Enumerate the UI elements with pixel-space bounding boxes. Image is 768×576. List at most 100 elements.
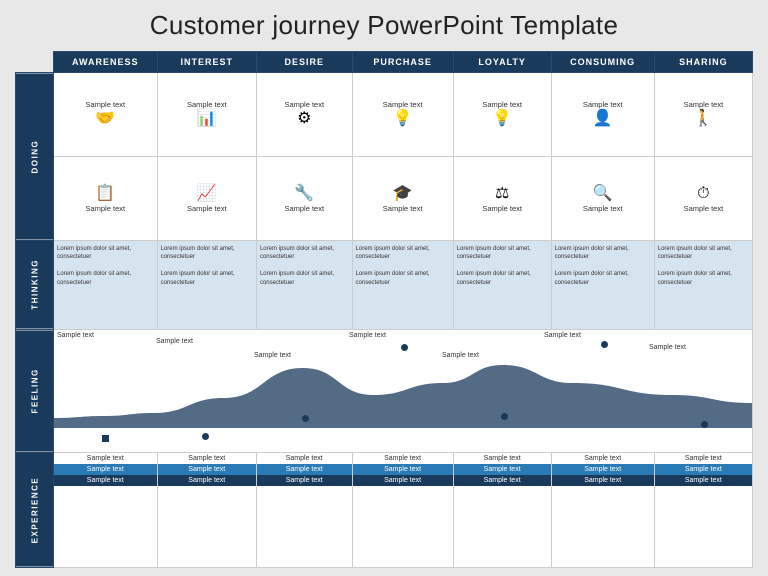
doing-top-cell-1: Sample text📊 bbox=[157, 73, 256, 157]
experience-inner-row: Sample text bbox=[655, 475, 752, 486]
experience-cell-2: Sample textSample textSample text bbox=[256, 452, 352, 567]
doing-bottom-cell-2: 🔧Sample text bbox=[256, 156, 352, 240]
experience-inner-row: Sample text bbox=[454, 475, 551, 486]
experience-cell-3: Sample textSample textSample text bbox=[352, 452, 453, 567]
experience-inner-row: Sample text bbox=[655, 453, 752, 464]
exp-cell-1-0: Sample text bbox=[158, 453, 256, 464]
header-empty bbox=[16, 52, 54, 73]
exp-cell-2-1: Sample text bbox=[257, 464, 352, 475]
experience-cell-0: Sample textSample textSample text bbox=[54, 452, 158, 567]
experience-row: EXPERIENCESample textSample textSample t… bbox=[16, 452, 753, 567]
feeling-label-5: Sample text bbox=[544, 332, 581, 339]
doing-top-cell-0: Sample text🤝 bbox=[54, 73, 158, 157]
experience-cell-6: Sample textSample textSample text bbox=[654, 452, 752, 567]
experience-inner-table: Sample textSample textSample text bbox=[655, 453, 752, 486]
exp-cell-5-0: Sample text bbox=[552, 453, 654, 464]
feeling-chart-cell: Sample text Sample text Sample text Samp… bbox=[54, 330, 753, 452]
experience-inner-table: Sample textSample textSample text bbox=[54, 453, 157, 486]
col-loyalty: LOYALTY bbox=[453, 52, 551, 73]
doing-bottom-cell-0: 📋Sample text bbox=[54, 156, 158, 240]
doing-bottom-row: 📋Sample text📈Sample text🔧Sample text🎓Sam… bbox=[16, 156, 753, 240]
col-consuming: CONSUMING bbox=[551, 52, 654, 73]
feeling-label-0: Sample text bbox=[57, 332, 94, 339]
experience-inner-row: Sample text bbox=[54, 453, 157, 464]
doing-top-cell-6: Sample text🚶 bbox=[654, 73, 752, 157]
exp-cell-6-2: Sample text bbox=[655, 475, 752, 486]
experience-inner-row: Sample text bbox=[54, 464, 157, 475]
header-row: AWARENESS INTEREST DESIRE PURCHASE LOYAL… bbox=[16, 52, 753, 73]
experience-inner-row: Sample text bbox=[158, 475, 256, 486]
exp-cell-1-2: Sample text bbox=[158, 475, 256, 486]
thinking-row: THINKINGLorem ipsum dolor sit amet, cons… bbox=[16, 240, 753, 330]
experience-inner-table: Sample textSample textSample text bbox=[257, 453, 352, 486]
experience-inner-row: Sample text bbox=[353, 475, 453, 486]
experience-label: EXPERIENCE bbox=[16, 452, 54, 567]
exp-cell-4-1: Sample text bbox=[454, 464, 551, 475]
experience-inner-table: Sample textSample textSample text bbox=[552, 453, 654, 486]
exp-cell-3-1: Sample text bbox=[353, 464, 453, 475]
feeling-label-6: Sample text bbox=[649, 344, 686, 351]
exp-cell-2-0: Sample text bbox=[257, 453, 352, 464]
feeling-dot-3 bbox=[401, 344, 408, 351]
exp-cell-0-1: Sample text bbox=[54, 464, 157, 475]
experience-inner-row: Sample text bbox=[552, 475, 654, 486]
doing-bottom-cell-6: ⏱Sample text bbox=[654, 156, 752, 240]
exp-cell-3-2: Sample text bbox=[353, 475, 453, 486]
doing-bottom-cell-5: 🔍Sample text bbox=[551, 156, 654, 240]
doing-bottom-cell-3: 🎓Sample text bbox=[352, 156, 453, 240]
exp-cell-5-1: Sample text bbox=[552, 464, 654, 475]
exp-cell-3-0: Sample text bbox=[353, 453, 453, 464]
experience-inner-row: Sample text bbox=[353, 453, 453, 464]
doing-label: DOING bbox=[16, 73, 54, 241]
thinking-cell-5: Lorem ipsum dolor sit amet, consectetuer… bbox=[551, 240, 654, 330]
exp-cell-5-2: Sample text bbox=[552, 475, 654, 486]
feeling-row: FEELING Sample text Sample text Sample t… bbox=[16, 330, 753, 452]
experience-cell-1: Sample textSample textSample text bbox=[157, 452, 256, 567]
experience-inner-row: Sample text bbox=[54, 475, 157, 486]
thinking-cell-3: Lorem ipsum dolor sit amet, consectetuer… bbox=[352, 240, 453, 330]
experience-inner-row: Sample text bbox=[454, 453, 551, 464]
doing-bottom-cell-4: ⚖Sample text bbox=[453, 156, 551, 240]
experience-inner-row: Sample text bbox=[552, 464, 654, 475]
experience-inner-table: Sample textSample textSample text bbox=[454, 453, 551, 486]
experience-inner-row: Sample text bbox=[353, 464, 453, 475]
exp-cell-4-0: Sample text bbox=[454, 453, 551, 464]
feeling-label-2: Sample text bbox=[254, 352, 291, 359]
doing-top-cell-5: Sample text👤 bbox=[551, 73, 654, 157]
doing-bottom-cell-1: 📈Sample text bbox=[157, 156, 256, 240]
doing-top-cell-2: Sample text⚙ bbox=[256, 73, 352, 157]
exp-cell-2-2: Sample text bbox=[257, 475, 352, 486]
thinking-cell-1: Lorem ipsum dolor sit amet, consectetuer… bbox=[157, 240, 256, 330]
exp-cell-6-1: Sample text bbox=[655, 464, 752, 475]
experience-inner-row: Sample text bbox=[158, 464, 256, 475]
experience-inner-row: Sample text bbox=[552, 453, 654, 464]
experience-inner-row: Sample text bbox=[257, 475, 352, 486]
feeling-dot-1 bbox=[202, 433, 209, 440]
feeling-label: FEELING bbox=[16, 330, 54, 452]
feeling-dot-0 bbox=[102, 435, 109, 442]
doing-top-cell-3: Sample text💡 bbox=[352, 73, 453, 157]
thinking-cell-4: Lorem ipsum dolor sit amet, consectetuer… bbox=[453, 240, 551, 330]
experience-inner-row: Sample text bbox=[454, 464, 551, 475]
col-awareness: AWARENESS bbox=[54, 52, 158, 73]
doing-top-row: DOINGSample text🤝Sample text📊Sample text… bbox=[16, 73, 753, 157]
exp-cell-4-2: Sample text bbox=[454, 475, 551, 486]
experience-inner-row: Sample text bbox=[158, 453, 256, 464]
feeling-dot-6 bbox=[701, 421, 708, 428]
page-title: Customer journey PowerPoint Template bbox=[150, 10, 618, 41]
thinking-cell-6: Lorem ipsum dolor sit amet, consectetuer… bbox=[654, 240, 752, 330]
feeling-label-3: Sample text bbox=[349, 332, 386, 339]
feeling-dot-5 bbox=[601, 341, 608, 348]
doing-top-cell-4: Sample text💡 bbox=[453, 73, 551, 157]
thinking-cell-0: Lorem ipsum dolor sit amet, consectetuer… bbox=[54, 240, 158, 330]
experience-inner-row: Sample text bbox=[257, 453, 352, 464]
feeling-label-1: Sample text bbox=[156, 338, 193, 345]
col-desire: DESIRE bbox=[256, 52, 352, 73]
feeling-label-4: Sample text bbox=[442, 352, 479, 359]
exp-cell-1-1: Sample text bbox=[158, 464, 256, 475]
journey-table: AWARENESS INTEREST DESIRE PURCHASE LOYAL… bbox=[15, 51, 753, 568]
col-purchase: PURCHASE bbox=[352, 52, 453, 73]
exp-cell-0-2: Sample text bbox=[54, 475, 157, 486]
col-interest: INTEREST bbox=[157, 52, 256, 73]
thinking-label: THINKING bbox=[16, 240, 54, 330]
